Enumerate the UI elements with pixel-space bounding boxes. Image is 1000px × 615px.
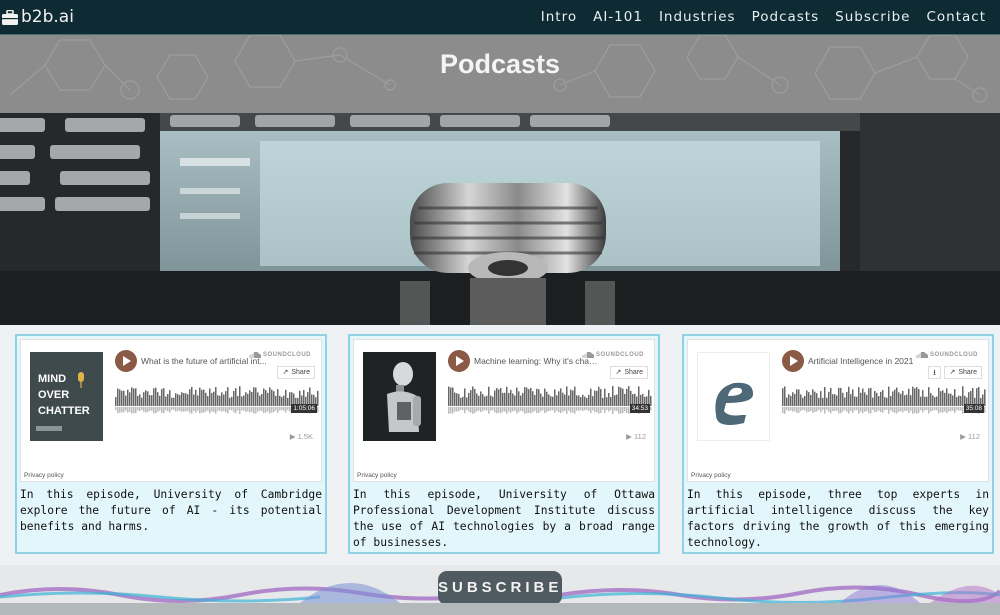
podcast-artwork: MIND OVER CHATTER xyxy=(30,352,103,441)
soundcloud-icon xyxy=(582,352,594,358)
episode-description: In this episode, three top experts in ar… xyxy=(687,488,989,549)
nav-link-subscribe[interactable]: Subscribe xyxy=(835,9,910,25)
share-label: Share xyxy=(958,369,977,376)
play-count-value: 1.5K xyxy=(297,432,313,441)
share-icon: ↗ xyxy=(949,369,956,376)
play-count-icon: ▶ xyxy=(960,432,966,441)
soundcloud-icon xyxy=(249,352,261,358)
share-label: Share xyxy=(291,369,310,376)
nav-link-ai-101[interactable]: AI-101 xyxy=(593,9,643,25)
play-count-icon: ▶ xyxy=(626,432,632,441)
soundcloud-player: Artificial Intelligence in 2021 SOUNDCLO… xyxy=(687,339,989,482)
artwork-word-1: MIND xyxy=(38,373,66,385)
share-icon: ↗ xyxy=(615,369,622,376)
privacy-policy-link[interactable]: Privacy policy xyxy=(24,472,64,479)
play-count: ▶ 112 xyxy=(626,432,646,441)
download-icon[interactable]: ⭳ xyxy=(928,366,941,379)
podcast-card: MIND OVER CHATTER What is the future of … xyxy=(15,334,327,554)
waveform[interactable] xyxy=(782,384,986,418)
soundcloud-label: SOUNDCLOUD xyxy=(596,352,644,358)
soundcloud-player: Machine learning: Why it's chang... SOUN… xyxy=(353,339,655,482)
play-count-value: 112 xyxy=(634,432,646,441)
podcast-artwork xyxy=(363,352,436,441)
share-label: Share xyxy=(624,369,643,376)
soundcloud-logo[interactable]: SOUNDCLOUD xyxy=(582,352,644,358)
soundcloud-label: SOUNDCLOUD xyxy=(930,352,978,358)
podcast-artwork xyxy=(697,352,770,441)
nav-link-intro[interactable]: Intro xyxy=(541,9,577,25)
nav-link-podcasts[interactable]: Podcasts xyxy=(752,9,820,25)
play-button[interactable] xyxy=(448,350,470,372)
hero-image-microphone xyxy=(0,113,1000,325)
play-count-value: 112 xyxy=(968,432,980,441)
artwork-word-2: OVER xyxy=(38,389,69,401)
episode-description: In this episode, University of Ottawa Pr… xyxy=(353,488,655,549)
footer-strip xyxy=(0,603,1000,615)
page-header: Podcasts xyxy=(0,35,1000,113)
robot-artwork xyxy=(363,352,436,441)
share-button[interactable]: ↗ Share xyxy=(610,366,648,379)
privacy-policy-link[interactable]: Privacy policy xyxy=(691,472,731,479)
waveform[interactable] xyxy=(448,384,652,418)
play-count-icon: ▶ xyxy=(289,432,296,441)
soundcloud-icon xyxy=(916,352,928,358)
share-button[interactable]: ↗ Share xyxy=(277,366,315,379)
nav-link-industries[interactable]: Industries xyxy=(659,9,736,25)
play-count: ▶ 1.5K xyxy=(290,432,313,441)
briefcase-icon xyxy=(2,9,18,25)
soundcloud-logo[interactable]: SOUNDCLOUD xyxy=(249,352,311,358)
brand-name: b2b.ai xyxy=(21,7,74,27)
mind-over-chatter-artwork: MIND OVER CHATTER xyxy=(30,352,103,441)
privacy-policy-link[interactable]: Privacy policy xyxy=(357,472,397,479)
play-count: ▶ 112 xyxy=(960,432,980,441)
podcast-card: Machine learning: Why it's chang... SOUN… xyxy=(348,334,660,554)
e-logo-artwork xyxy=(698,353,769,440)
subscribe-button[interactable]: SUBSCRIBE xyxy=(438,571,562,603)
soundcloud-logo[interactable]: SOUNDCLOUD xyxy=(916,352,978,358)
page-title: Podcasts xyxy=(439,49,561,79)
nav-menu: Intro AI-101 Industries Podcasts Subscri… xyxy=(525,9,1000,25)
waveform[interactable] xyxy=(115,384,319,418)
share-icon: ↗ xyxy=(282,369,289,376)
subscribe-banner: SUBSCRIBE xyxy=(0,565,1000,603)
podcast-cards-section: MIND OVER CHATTER What is the future of … xyxy=(0,325,1000,565)
play-button[interactable] xyxy=(115,350,137,372)
track-duration: 1:05:06 xyxy=(291,404,317,413)
soundcloud-player: MIND OVER CHATTER What is the future of … xyxy=(20,339,322,482)
artwork-word-3: CHATTER xyxy=(38,405,90,417)
nav-link-contact[interactable]: Contact xyxy=(926,9,986,25)
top-navbar: b2b.ai Intro AI-101 Industries Podcasts … xyxy=(0,0,1000,35)
play-button[interactable] xyxy=(782,350,804,372)
brand-logo[interactable]: b2b.ai xyxy=(0,7,74,27)
share-button[interactable]: ↗ Share xyxy=(944,366,982,379)
track-duration: 34:53 xyxy=(629,404,650,413)
soundcloud-label: SOUNDCLOUD xyxy=(263,352,311,358)
microphone-photo xyxy=(0,113,1000,325)
podcast-card: Artificial Intelligence in 2021 SOUNDCLO… xyxy=(682,334,994,554)
track-duration: 35:08 xyxy=(963,404,984,413)
episode-description: In this episode, University of Cambridge… xyxy=(20,488,322,533)
